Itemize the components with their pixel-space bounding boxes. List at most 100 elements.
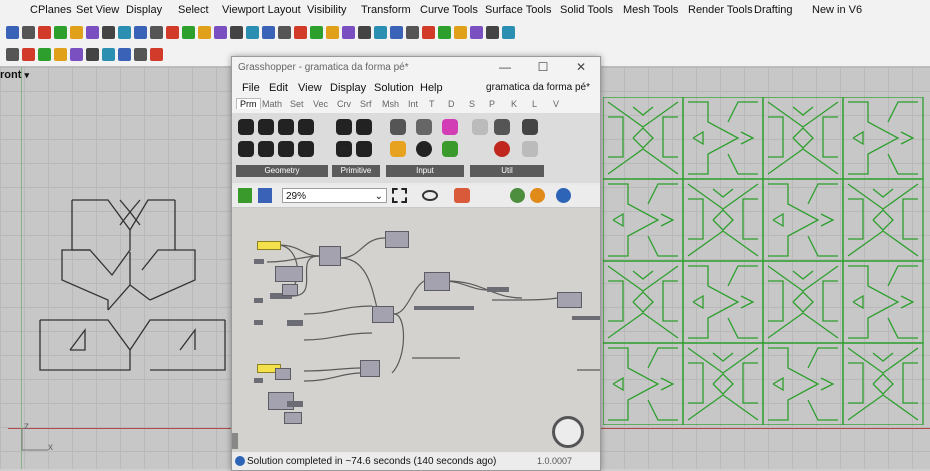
gh-util-icon-cherry[interactable] xyxy=(494,141,510,157)
rhino-tab-2[interactable]: Display xyxy=(126,4,162,16)
toolbar-2-icon-1[interactable] xyxy=(22,48,35,61)
tab-t[interactable]: T xyxy=(429,99,435,109)
gh-menu-solution[interactable]: Solution xyxy=(374,82,414,94)
gh-param-node-1[interactable] xyxy=(254,259,264,264)
gh-util-icon-arrow-outline[interactable] xyxy=(522,141,538,157)
save-file-icon[interactable] xyxy=(258,188,272,203)
gh-panel-node-1[interactable] xyxy=(257,241,281,250)
minimize-button[interactable]: — xyxy=(494,60,516,76)
gh-primitive-icon-1[interactable] xyxy=(336,119,352,135)
rhino-tab-6[interactable]: Transform xyxy=(361,4,411,16)
gh-input-icon-toggle[interactable] xyxy=(390,141,406,157)
gh-component-node-11[interactable] xyxy=(284,412,302,424)
tab-s[interactable]: S xyxy=(469,99,475,109)
gh-geometry-icon-7[interactable] xyxy=(278,141,294,157)
toolbar-1-icon-10[interactable] xyxy=(166,26,179,39)
open-file-icon[interactable] xyxy=(238,188,252,203)
toolbar-1-icon-29[interactable] xyxy=(470,26,483,39)
toolbar-1-icon-9[interactable] xyxy=(150,26,163,39)
toolbar-2-icon-5[interactable] xyxy=(86,48,99,61)
tab-v[interactable]: V xyxy=(553,99,559,109)
gh-geometry-icon-8[interactable] xyxy=(298,141,314,157)
toolbar-1-icon-31[interactable] xyxy=(502,26,515,39)
preview-eye-icon[interactable] xyxy=(422,190,438,201)
toolbar-2-icon-4[interactable] xyxy=(70,48,83,61)
gh-param-node-6[interactable] xyxy=(487,287,509,292)
toolbar-1-icon-6[interactable] xyxy=(102,26,115,39)
toolbar-1-icon-14[interactable] xyxy=(230,26,243,39)
display-mode-icon[interactable] xyxy=(556,188,571,203)
toolbar-1-icon-30[interactable] xyxy=(486,26,499,39)
gh-titlebar[interactable]: Grasshopper - gramatica da forma pé* — ☐… xyxy=(232,57,600,79)
zoom-input[interactable]: 29% ⌄ xyxy=(282,188,387,203)
tab-srf[interactable]: Srf xyxy=(360,99,372,109)
gh-geometry-icon-5[interactable] xyxy=(238,141,254,157)
gh-component-node-2[interactable] xyxy=(275,266,303,282)
maximize-button[interactable]: ☐ xyxy=(532,60,554,76)
gh-param-node-5[interactable] xyxy=(287,320,303,326)
gh-component-node-9[interactable] xyxy=(360,360,380,377)
gh-menu-file[interactable]: File xyxy=(242,82,260,94)
rhino-tab-11[interactable]: Render Tools xyxy=(688,4,753,16)
toolbar-1-icon-3[interactable] xyxy=(54,26,67,39)
rhino-tab-4[interactable]: Viewport Layout xyxy=(222,4,301,16)
toolbar-2-icon-8[interactable] xyxy=(134,48,147,61)
toolbar-1-icon-17[interactable] xyxy=(278,26,291,39)
gh-param-node-4[interactable] xyxy=(254,320,263,325)
toolbar-1-icon-20[interactable] xyxy=(326,26,339,39)
gh-geometry-icon-3[interactable] xyxy=(278,119,294,135)
grasshopper-window[interactable]: Grasshopper - gramatica da forma pé* — ☐… xyxy=(231,56,601,471)
tab-p[interactable]: P xyxy=(489,99,495,109)
toolbar-1-icon-1[interactable] xyxy=(22,26,35,39)
toolbar-1-icon-13[interactable] xyxy=(214,26,227,39)
toolbar-2-icon-6[interactable] xyxy=(102,48,115,61)
tab-math[interactable]: Math xyxy=(262,99,282,109)
viewport-dropdown-icon[interactable]: ▾ xyxy=(24,70,29,80)
toolbar-1-icon-21[interactable] xyxy=(342,26,355,39)
gh-component-node-5[interactable] xyxy=(372,306,394,323)
close-button[interactable]: ✕ xyxy=(570,60,592,76)
toolbar-2-icon-3[interactable] xyxy=(54,48,67,61)
gh-menu-view[interactable]: View xyxy=(298,82,322,94)
rhino-tab-12[interactable]: Drafting xyxy=(754,4,793,16)
tab-set[interactable]: Set xyxy=(290,99,304,109)
gh-menu-help[interactable]: Help xyxy=(420,82,443,94)
gh-component-node-1[interactable] xyxy=(319,246,341,266)
toolbar-1-icon-26[interactable] xyxy=(422,26,435,39)
toolbar-1-icon-8[interactable] xyxy=(134,26,147,39)
rhino-tab-1[interactable]: Set View xyxy=(76,4,119,16)
gh-menu-edit[interactable]: Edit xyxy=(269,82,288,94)
ribbon-group-geometry[interactable]: Geometry xyxy=(236,165,328,177)
ribbon-group-primitive[interactable]: Primitive xyxy=(332,165,380,177)
tab-int[interactable]: Int xyxy=(408,99,418,109)
gh-param-node-7[interactable] xyxy=(414,306,474,310)
gh-input-icon-gradient[interactable] xyxy=(442,119,458,135)
zoom-extents-icon[interactable] xyxy=(392,188,407,203)
gh-param-node-10[interactable] xyxy=(287,401,303,407)
gh-param-node-3[interactable] xyxy=(254,298,263,303)
toolbar-1-icon-25[interactable] xyxy=(406,26,419,39)
toolbar-1-icon-19[interactable] xyxy=(310,26,323,39)
toolbar-2-icon-2[interactable] xyxy=(38,48,51,61)
gh-component-node-6[interactable] xyxy=(424,272,450,291)
gh-geometry-icon-6[interactable] xyxy=(258,141,274,157)
toolbar-1-icon-22[interactable] xyxy=(358,26,371,39)
toolbar-1-icon-16[interactable] xyxy=(262,26,275,39)
render-preview-icon[interactable] xyxy=(530,188,545,203)
gh-geometry-icon-1[interactable] xyxy=(238,119,254,135)
gh-canvas[interactable] xyxy=(232,208,600,452)
preview-mode-icon[interactable] xyxy=(510,188,525,203)
gh-geometry-icon-2[interactable] xyxy=(258,119,274,135)
gh-primitive-icon-3[interactable] xyxy=(336,141,352,157)
toolbar-1-icon-11[interactable] xyxy=(182,26,195,39)
gh-geometry-icon-4[interactable] xyxy=(298,119,314,135)
toolbar-1-icon-24[interactable] xyxy=(390,26,403,39)
toolbar-1-icon-12[interactable] xyxy=(198,26,211,39)
gh-component-node-8[interactable] xyxy=(275,368,291,380)
toolbar-2-icon-7[interactable] xyxy=(118,48,131,61)
rhino-tab-13[interactable]: New in V6 xyxy=(812,4,862,16)
rhino-tab-0[interactable]: CPlanes xyxy=(30,4,72,16)
toolbar-1-icon-18[interactable] xyxy=(294,26,307,39)
toolbar-2-icon-0[interactable] xyxy=(6,48,19,61)
toolbar-1-icon-5[interactable] xyxy=(86,26,99,39)
